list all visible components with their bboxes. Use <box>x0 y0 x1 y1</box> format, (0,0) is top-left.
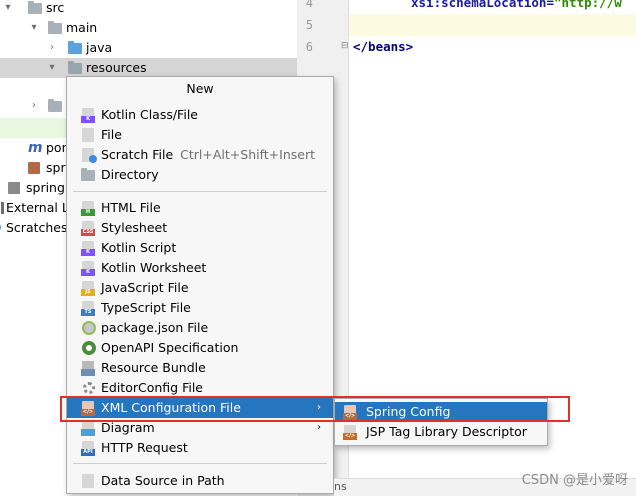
menu-item-label: Kotlin Class/File <box>101 107 198 122</box>
folder-icon <box>68 38 84 58</box>
menu-item-stylesheet[interactable]: CSS Stylesheet <box>67 218 333 238</box>
menu-item-label: OpenAPI Specification <box>101 340 239 355</box>
menu-item-label: Resource Bundle <box>101 360 206 375</box>
xml-attribute: xsi:schemaLocation <box>411 0 547 10</box>
chevron-right-icon[interactable]: › <box>28 96 40 116</box>
menu-item-label: Scratch File <box>101 147 174 162</box>
tree-item-label: java <box>86 40 113 55</box>
kotlin-file-icon: K <box>81 107 97 123</box>
chevron-down-icon[interactable]: ▾ <box>28 18 40 38</box>
menu-item-resource-bundle[interactable]: Resource Bundle <box>67 358 333 378</box>
tree-item-label: resources <box>86 60 147 75</box>
resources-folder-icon <box>68 58 84 78</box>
menu-item-label: Kotlin Worksheet <box>101 260 207 275</box>
watermark: CSDN @是小爱呀 <box>521 473 628 488</box>
menu-item-javascript-file[interactable]: JS JavaScript File <box>67 278 333 298</box>
scratch-file-icon <box>81 147 97 163</box>
tree-item-label: Scratches <box>6 220 68 235</box>
menu-item-kotlin-class[interactable]: K Kotlin Class/File <box>67 105 333 125</box>
tree-item-label: spring( <box>26 180 70 195</box>
folder-icon <box>48 18 64 38</box>
menu-separator <box>73 463 327 464</box>
menu-item-label: Directory <box>101 167 159 182</box>
tree-item-resources[interactable]: ▾ resources <box>0 58 297 78</box>
menu-item-label: File <box>101 127 122 142</box>
tree-item-main[interactable]: ▾ main <box>0 18 297 38</box>
xml-equals: = <box>546 0 554 10</box>
new-popup-menu: New K Kotlin Class/File File Scratch Fil… <box>66 76 334 494</box>
menu-item-label: TypeScript File <box>101 300 191 315</box>
folder-icon <box>48 96 64 116</box>
tree-item-java[interactable]: › java <box>0 38 297 58</box>
menu-item-kotlin-script[interactable]: K Kotlin Script <box>67 238 333 258</box>
submenu-item-jsp-tag-library[interactable]: </> JSP Tag Library Descriptor <box>335 422 547 442</box>
xml-file-icon <box>28 158 44 178</box>
menu-item-directory[interactable]: Directory <box>67 165 333 185</box>
menu-item-label: Kotlin Script <box>101 240 177 255</box>
data-source-icon <box>81 473 97 489</box>
menu-item-label: EditorConfig File <box>101 380 203 395</box>
tree-item-label: External Li <box>6 200 73 215</box>
html-file-icon: H <box>81 200 97 216</box>
annotation-highlight-box <box>60 396 570 422</box>
menu-item-label: Stylesheet <box>101 220 168 235</box>
menu-separator <box>73 191 327 192</box>
popup-title: New <box>186 81 214 96</box>
folder-icon <box>28 0 44 18</box>
module-file-icon <box>8 178 24 198</box>
jsp-xml-icon: </> <box>343 424 359 440</box>
typescript-file-icon: TS <box>81 300 97 316</box>
tree-item-label: main <box>66 20 98 35</box>
chevron-right-icon[interactable]: › <box>46 38 58 58</box>
menu-item-editorconfig[interactable]: EditorConfig File <box>67 378 333 398</box>
tree-item-label: src <box>46 0 65 15</box>
menu-item-scratch-file[interactable]: Scratch File Ctrl+Alt+Shift+Insert <box>67 145 333 165</box>
line-number: 4 <box>305 0 313 10</box>
menu-item-package-json[interactable]: package.json File <box>67 318 333 338</box>
line-number: 6 <box>305 40 313 54</box>
menu-item-label: HTTP Request <box>101 440 188 455</box>
javascript-file-icon: JS <box>81 280 97 296</box>
css-file-icon: CSS <box>81 220 97 236</box>
line-number: 5 <box>305 18 313 32</box>
diagram-icon <box>81 420 97 436</box>
gear-icon <box>81 380 97 396</box>
xml-closing-tag: </beans> <box>353 39 414 54</box>
menu-item-html-file[interactable]: H HTML File <box>67 198 333 218</box>
code-line-4: xsi:schemaLocation="http://w <box>411 0 622 10</box>
xml-attribute-value: "http://w <box>554 0 622 10</box>
directory-icon <box>81 167 97 183</box>
resource-bundle-icon <box>81 360 97 376</box>
chevron-down-icon[interactable]: ▾ <box>46 58 58 78</box>
menu-item-label: HTML File <box>101 200 161 215</box>
menu-item-openapi[interactable]: OpenAPI Specification <box>67 338 333 358</box>
openapi-icon <box>81 340 97 356</box>
menu-item-http-request[interactable]: API HTTP Request <box>67 438 333 458</box>
menu-item-file[interactable]: File <box>67 125 333 145</box>
menu-item-kotlin-worksheet[interactable]: K Kotlin Worksheet <box>67 258 333 278</box>
menu-item-label: package.json File <box>101 320 209 335</box>
chevron-down-icon[interactable]: ▾ <box>2 0 14 18</box>
status-text: ns <box>334 480 347 493</box>
menu-item-label: JavaScript File <box>101 280 189 295</box>
menu-item-shortcut: Ctrl+Alt+Shift+Insert <box>180 147 315 162</box>
tree-item-label: spr <box>46 160 66 175</box>
file-icon <box>81 127 97 143</box>
maven-icon: m <box>28 140 43 156</box>
kotlin-script-icon: K <box>81 240 97 256</box>
http-api-icon: API <box>81 440 97 456</box>
menu-item-typescript-file[interactable]: TS TypeScript File <box>67 298 333 318</box>
tree-item-src[interactable]: ▾ src <box>0 0 297 18</box>
fold-icon[interactable]: ⊟ <box>341 41 349 51</box>
menu-item-data-source-in-path[interactable]: Data Source in Path <box>67 471 333 491</box>
kotlin-worksheet-icon: K <box>81 260 97 276</box>
package-json-icon <box>81 320 97 336</box>
submenu-item-label: JSP Tag Library Descriptor <box>366 424 527 439</box>
menu-item-label: Data Source in Path <box>101 473 225 488</box>
code-line-6: </beans> <box>353 39 413 54</box>
current-line-highlight <box>349 14 636 36</box>
